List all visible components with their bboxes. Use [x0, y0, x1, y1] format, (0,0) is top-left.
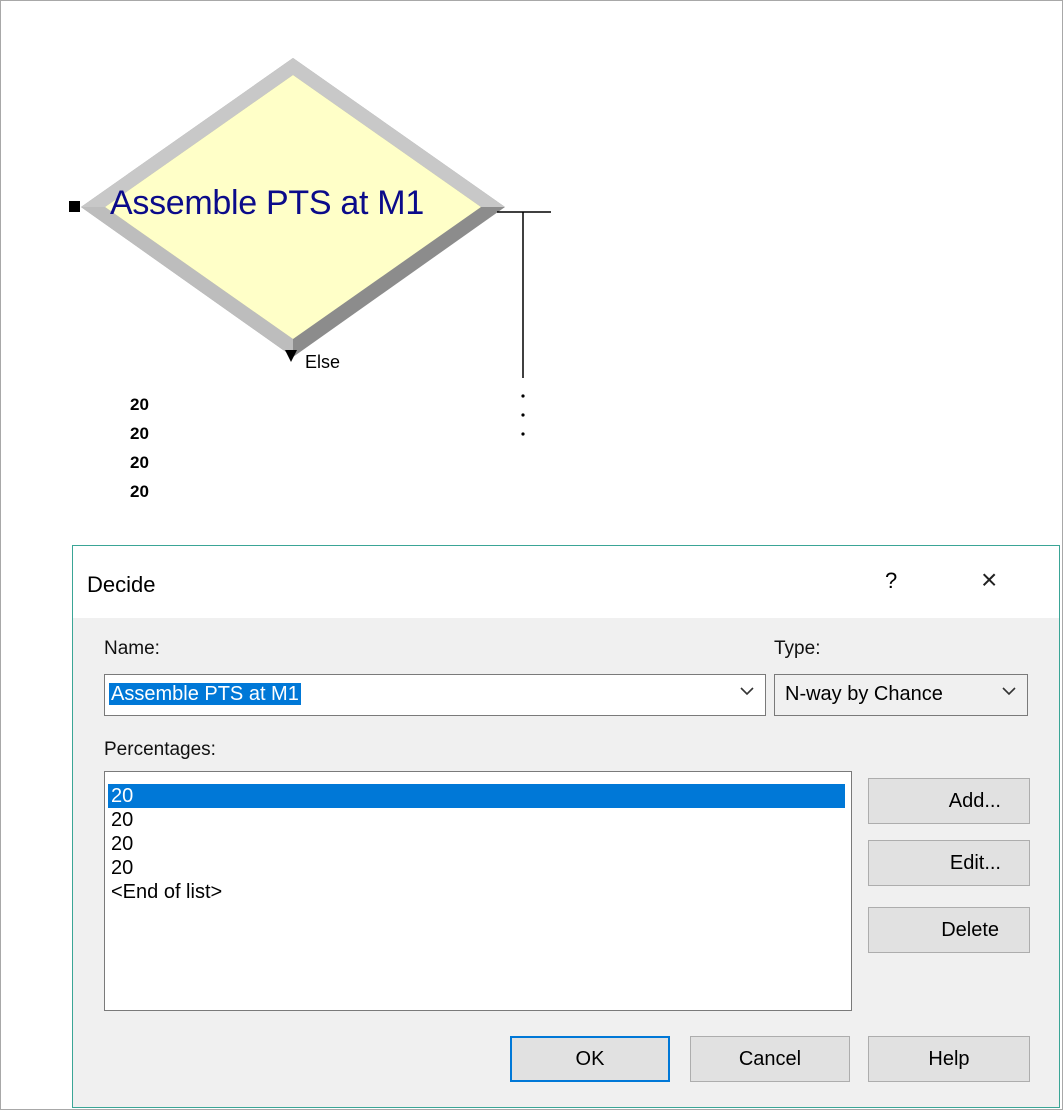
- name-label: Name:: [104, 638, 160, 659]
- else-label: Else: [305, 352, 341, 372]
- percentage-label: 20: [130, 395, 149, 414]
- dialog-title: Decide: [87, 572, 156, 597]
- list-item[interactable]: 20: [111, 832, 133, 856]
- list-item-end-of-list[interactable]: <End of list>: [111, 880, 222, 904]
- list-item[interactable]: 20: [111, 808, 133, 832]
- else-arrow-icon[interactable]: [285, 350, 297, 362]
- list-item[interactable]: 20: [111, 856, 133, 880]
- entry-point-marker[interactable]: [69, 201, 80, 212]
- percentage-label: 20: [130, 453, 149, 472]
- percentage-label: 20: [130, 482, 149, 501]
- dialog-title-bar[interactable]: Decide ? ×: [73, 546, 1059, 618]
- connector-dot: [521, 432, 525, 436]
- connector-dot: [521, 413, 525, 417]
- percentages-listbox[interactable]: 20 20 20 20 <End of list>: [104, 771, 852, 1011]
- module-name-label: Assemble PTS at M1: [110, 184, 424, 222]
- add-button[interactable]: Add...: [868, 778, 1030, 824]
- name-combobox[interactable]: Assemble PTS at M1: [104, 674, 766, 716]
- type-label: Type:: [774, 638, 821, 659]
- delete-button[interactable]: Delete: [868, 907, 1030, 953]
- close-icon[interactable]: ×: [981, 566, 997, 594]
- name-field-value[interactable]: Assemble PTS at M1: [109, 683, 301, 705]
- cancel-button[interactable]: Cancel: [690, 1036, 850, 1082]
- type-select[interactable]: N-way by Chance: [774, 674, 1028, 716]
- ok-button[interactable]: OK: [510, 1036, 670, 1082]
- decide-dialog: Decide ? × Name: Type: Assemble PTS at M…: [72, 545, 1060, 1108]
- help-button[interactable]: Help: [868, 1036, 1030, 1082]
- percentages-label: Percentages:: [104, 739, 216, 760]
- edit-button[interactable]: Edit...: [868, 840, 1030, 886]
- type-select-value: N-way by Chance: [785, 683, 943, 705]
- percentage-label: 20: [130, 424, 149, 443]
- chevron-down-icon[interactable]: [737, 681, 757, 701]
- list-item[interactable]: 20: [108, 784, 845, 808]
- chevron-down-icon[interactable]: [999, 681, 1019, 701]
- help-icon[interactable]: ?: [885, 568, 897, 594]
- connector-dot: [521, 394, 525, 398]
